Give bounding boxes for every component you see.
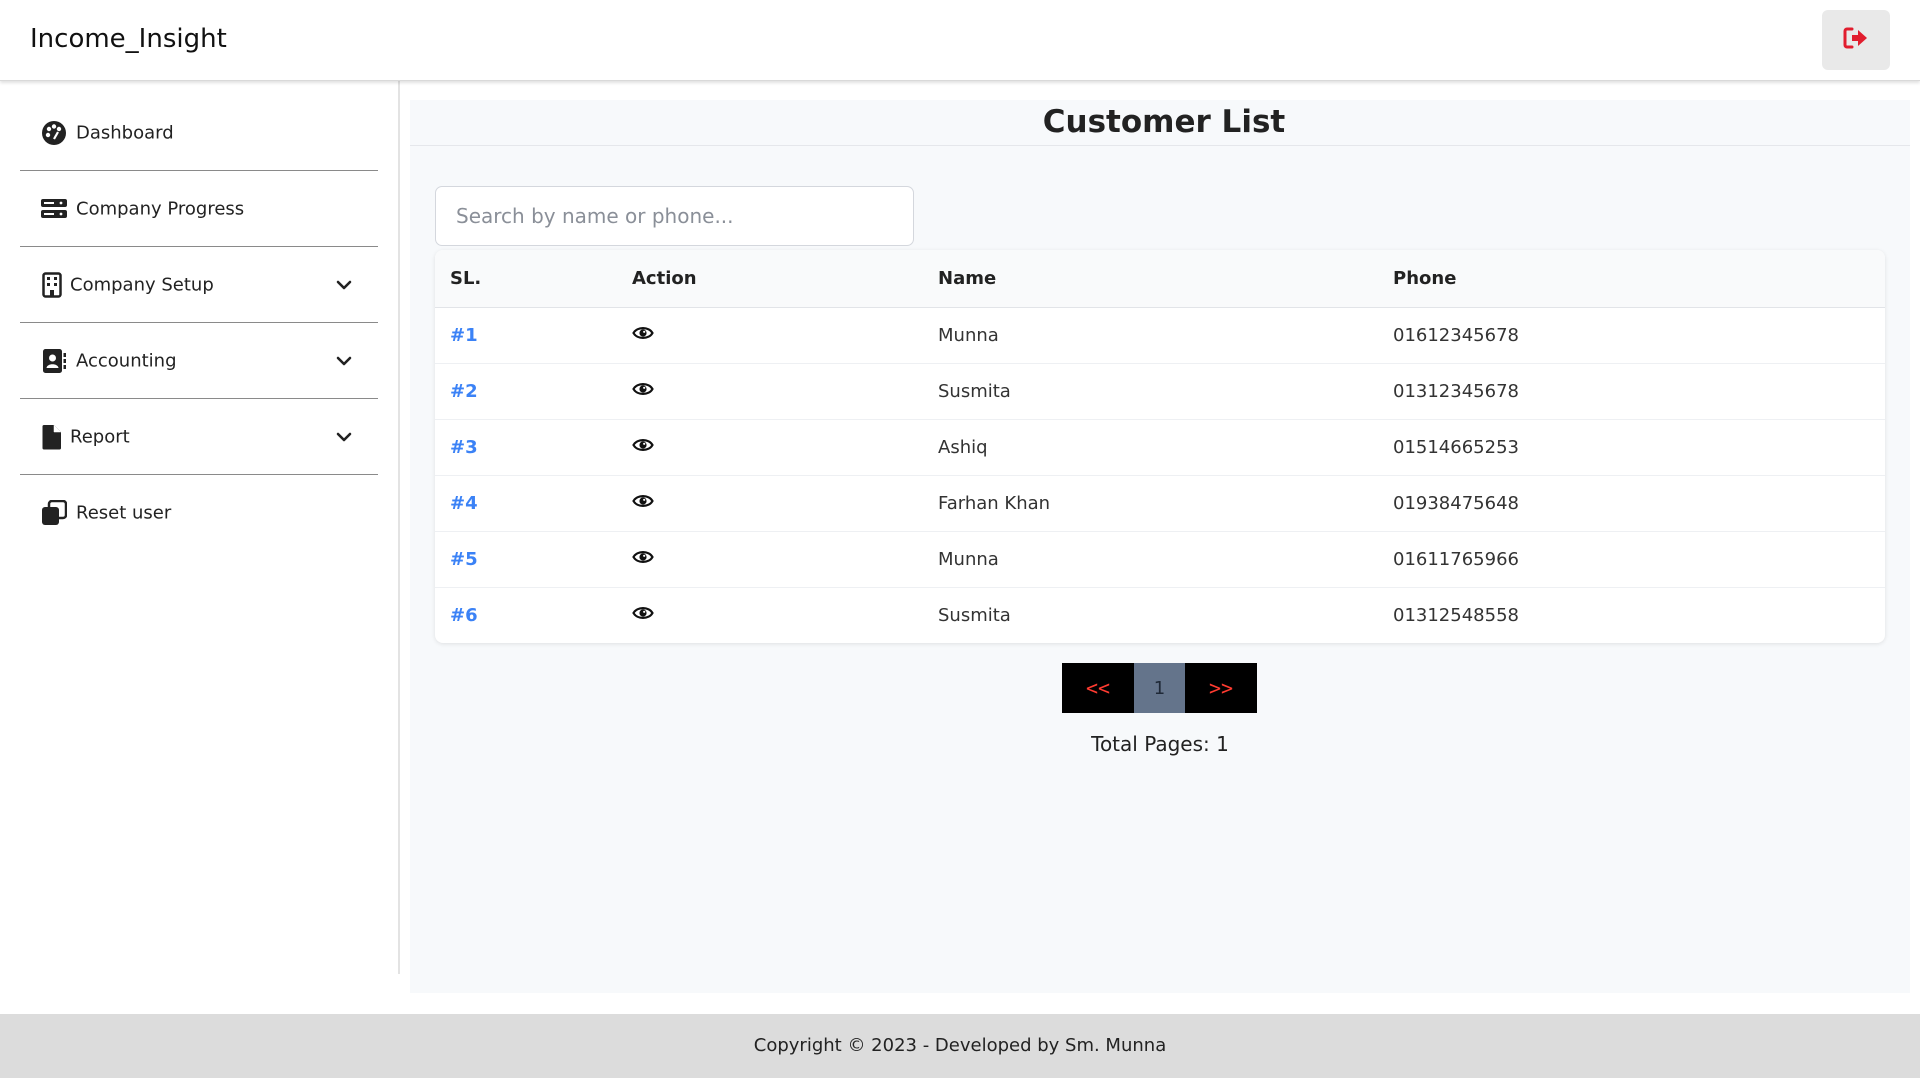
- customer-table: SL. Action Name Phone #1 Munna 01612345678…: [435, 250, 1885, 643]
- view-eye-icon[interactable]: [632, 322, 654, 344]
- sign-out-icon: [1843, 27, 1869, 53]
- palette-icon: [40, 119, 68, 147]
- main-content: Customer List SL. Action Name Phone #1 Mu…: [410, 100, 1910, 993]
- row-sl-cell: #2: [435, 363, 632, 420]
- contact-book-icon: [40, 347, 68, 375]
- view-eye-icon[interactable]: [632, 434, 654, 456]
- row-sl-cell: #4: [435, 475, 632, 532]
- row-sl-link[interactable]: #3: [450, 437, 478, 458]
- view-eye-icon[interactable]: [632, 378, 654, 400]
- row-name-cell: Munna: [938, 531, 1393, 588]
- app-brand: Income_Insight: [30, 24, 227, 54]
- row-action-cell: [632, 307, 938, 364]
- row-sl-cell: #6: [435, 587, 632, 643]
- row-sl-link[interactable]: #4: [450, 493, 478, 514]
- server-icon: [40, 195, 68, 223]
- column-header-sl: SL.: [435, 250, 632, 308]
- chevron-down-icon: [334, 427, 354, 447]
- row-sl-link[interactable]: #6: [450, 605, 478, 626]
- search-input[interactable]: [435, 186, 914, 246]
- sidebar-item-company-setup[interactable]: Company Setup: [20, 247, 378, 323]
- row-phone-cell: 01938475648: [1393, 475, 1885, 532]
- view-eye-icon[interactable]: [632, 546, 654, 568]
- title-bar: Customer List: [410, 100, 1910, 146]
- row-phone-cell: 01514665253: [1393, 419, 1885, 476]
- table-header-row: SL. Action Name Phone: [435, 250, 1885, 308]
- column-header-name: Name: [938, 250, 1393, 308]
- row-name-cell: Susmita: [938, 363, 1393, 420]
- sidebar-item-label: Company Setup: [70, 274, 214, 295]
- footer: Copyright © 2023 - Developed by Sm. Munn…: [0, 1014, 1920, 1078]
- sidebar-item-company-progress[interactable]: Company Progress: [20, 171, 378, 247]
- next-page-button[interactable]: >>: [1185, 663, 1257, 713]
- row-phone-cell: 01611765966: [1393, 531, 1885, 588]
- row-name-cell: Farhan Khan: [938, 475, 1393, 532]
- row-action-cell: [632, 363, 938, 420]
- sidebar-item-label: Company Progress: [76, 198, 245, 219]
- row-phone-cell: 01312345678: [1393, 363, 1885, 420]
- file-icon: [38, 423, 66, 451]
- table-row: #3 Ashiq 01514665253: [435, 419, 1885, 476]
- sidebar-item-label: Report: [70, 426, 130, 447]
- row-sl-link[interactable]: #1: [450, 325, 478, 346]
- row-name-cell: Ashiq: [938, 419, 1393, 476]
- row-action-cell: [632, 475, 938, 532]
- chevron-down-icon: [334, 351, 354, 371]
- copy-icon: [40, 499, 68, 527]
- table-row: #6 Susmita 01312548558: [435, 587, 1885, 643]
- pagination: << 1 >>: [1062, 663, 1257, 713]
- logout-button[interactable]: [1822, 10, 1890, 70]
- sidebar-item-label: Accounting: [76, 350, 177, 371]
- row-name-cell: Munna: [938, 307, 1393, 364]
- top-header: Income_Insight: [0, 0, 1920, 81]
- sidebar-item-report[interactable]: Report: [20, 399, 378, 475]
- sidebar-item-dashboard[interactable]: Dashboard: [20, 95, 378, 171]
- row-sl-link[interactable]: #2: [450, 381, 478, 402]
- prev-page-button[interactable]: <<: [1062, 663, 1134, 713]
- table-row: #2 Susmita 01312345678: [435, 363, 1885, 420]
- row-action-cell: [632, 587, 938, 643]
- row-sl-link[interactable]: #5: [450, 549, 478, 570]
- row-action-cell: [632, 531, 938, 588]
- view-eye-icon[interactable]: [632, 602, 654, 624]
- column-header-action: Action: [632, 250, 938, 308]
- sidebar-item-label: Dashboard: [76, 122, 174, 143]
- row-action-cell: [632, 419, 938, 476]
- current-page-button[interactable]: 1: [1134, 663, 1185, 713]
- sidebar-item-label: Reset user: [76, 502, 172, 524]
- total-pages-text: Total Pages: 1: [1091, 732, 1229, 756]
- copyright-text: Copyright © 2023 - Developed by Sm. Munn…: [753, 1035, 1167, 1056]
- building-icon: [38, 271, 66, 299]
- table-row: #4 Farhan Khan 01938475648: [435, 475, 1885, 532]
- sidebar: Dashboard Company Progress Company Setup: [0, 81, 400, 974]
- row-sl-cell: #5: [435, 531, 632, 588]
- row-sl-cell: #3: [435, 419, 632, 476]
- table-row: #5 Munna 01611765966: [435, 531, 1885, 588]
- row-phone-cell: 01612345678: [1393, 307, 1885, 364]
- chevron-down-icon: [334, 275, 354, 295]
- view-eye-icon[interactable]: [632, 490, 654, 512]
- sidebar-item-reset-user[interactable]: Reset user: [20, 475, 378, 551]
- row-name-cell: Susmita: [938, 604, 1011, 626]
- sidebar-item-accounting[interactable]: Accounting: [20, 323, 378, 399]
- page-title: Customer List: [1042, 104, 1286, 140]
- table-row: #1 Munna 01612345678: [435, 307, 1885, 364]
- row-phone-cell: 01312548558: [1393, 604, 1519, 626]
- row-sl-cell: #1: [435, 307, 632, 364]
- column-header-phone: Phone: [1393, 250, 1885, 308]
